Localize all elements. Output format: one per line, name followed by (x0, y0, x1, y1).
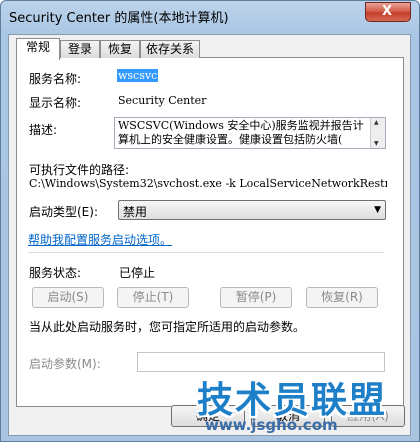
description-line: WSCSVC(Windows 安全中心)服务监视并报告计 (118, 119, 364, 132)
chevron-down-icon: ▼ (374, 205, 381, 215)
startup-help-link[interactable]: 帮助我配置服务启动选项。 (28, 231, 172, 248)
tab-general[interactable]: 常规 (16, 38, 60, 60)
service-status-label: 服务状态: (29, 266, 82, 280)
title-bar[interactable]: Security Center 的属性(本地计算机) X (1, 1, 419, 29)
exe-path-label: 可执行文件的路径: (29, 163, 130, 177)
service-name-label: 服务名称: (29, 72, 82, 86)
description-box[interactable]: WSCSVC(Windows 安全中心)服务监视并报告计 算机上的安全健康设置。… (114, 117, 386, 149)
tab-dependencies[interactable]: 依存关系 (140, 40, 200, 58)
pause-button[interactable]: 暂停(P) (220, 287, 292, 308)
service-name-value[interactable]: wscsvc (117, 69, 159, 82)
start-params-input[interactable] (137, 352, 385, 372)
window-title: Security Center 的属性(本地计算机) (9, 11, 229, 26)
scroll-down-icon[interactable]: ▼ (374, 140, 379, 147)
close-icon: X (382, 4, 393, 19)
watermark-url: www.jsgho.com (205, 416, 338, 434)
startup-type-select[interactable]: 禁用 ▼ (118, 200, 386, 220)
close-button[interactable]: X (365, 2, 411, 22)
divider (28, 252, 384, 253)
description-text: WSCSVC(Windows 安全中心)服务监视并报告计 算机上的安全健康设置。… (118, 119, 368, 147)
tab-label: 恢复 (107, 42, 132, 56)
service-status-value: 已停止 (119, 266, 156, 280)
tab-label: 登录 (67, 42, 92, 56)
exe-path-value: C:\Windows\System32\svchost.exe -k Local… (29, 177, 387, 190)
display-name-value: Security Center (118, 94, 207, 107)
tab-label: 常规 (25, 40, 50, 54)
start-params-label: 启动参数(M): (29, 357, 101, 371)
tab-recovery[interactable]: 恢复 (100, 40, 140, 58)
display-name-label: 显示名称: (29, 96, 82, 110)
startup-type-label: 启动类型(E): (29, 205, 98, 219)
startup-type-value: 禁用 (123, 205, 148, 219)
description-label: 描述: (29, 123, 58, 137)
description-scrollbar[interactable]: ▲ ▼ (370, 118, 385, 148)
scroll-up-icon[interactable]: ▲ (374, 119, 379, 126)
tab-logon[interactable]: 登录 (60, 40, 100, 58)
start-params-hint: 当从此处启动服务时，您可指定所适用的启动参数。 (29, 320, 306, 334)
start-button[interactable]: 启动(S) (32, 287, 104, 308)
stop-button[interactable]: 停止(T) (117, 287, 189, 308)
description-line: 算机上的安全健康设置。健康设置包括防火墙( (118, 133, 343, 146)
resume-button[interactable]: 恢复(R) (306, 287, 378, 308)
tab-label: 依存关系 (145, 42, 194, 56)
